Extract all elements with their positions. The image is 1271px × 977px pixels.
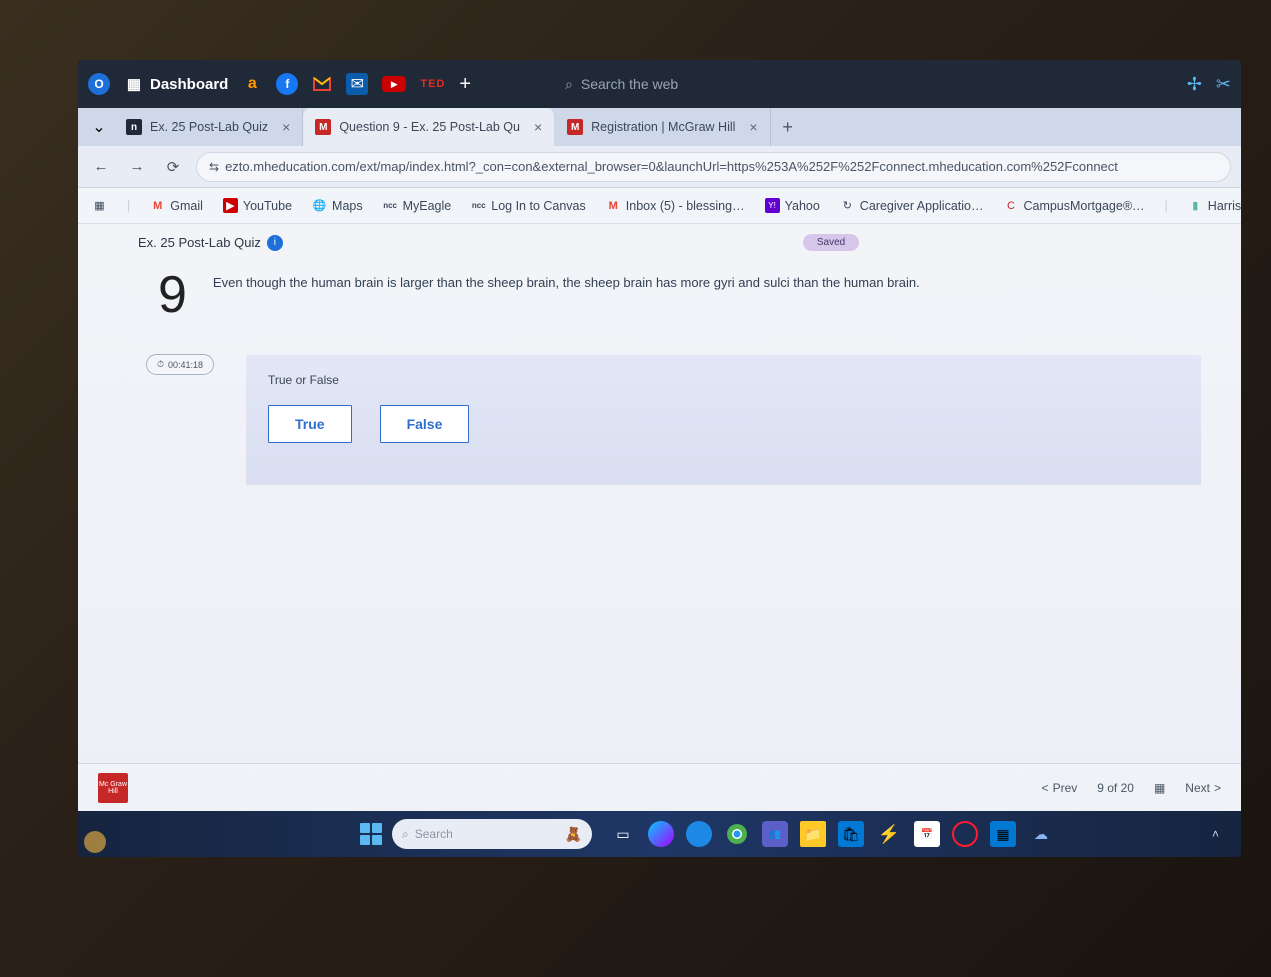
bookmark-youtube[interactable]: ▶YouTube — [223, 198, 292, 213]
taskbar-search[interactable]: ⌕ Search 🧸 — [392, 819, 592, 849]
windows-taskbar: ⌕ Search 🧸 ▭ 👥 📁 🛍 ⚡ 📅 ▦ ☁ ˄ — [78, 811, 1241, 857]
info-icon[interactable]: i — [267, 235, 283, 251]
forward-button[interactable]: → — [124, 154, 150, 180]
bookmarks-bar: ▦ | MGmail ▶YouTube 🌐Maps nccMyEagle ncc… — [78, 188, 1241, 224]
apps-grid-icon[interactable]: ▦ — [92, 198, 107, 213]
search-decor-icon: 🧸 — [565, 826, 582, 843]
timer-icon: ⏱ — [157, 359, 164, 370]
teams-icon[interactable]: 👥 — [762, 821, 788, 847]
amazon-icon[interactable]: a — [242, 74, 262, 94]
tf-label: True or False — [268, 373, 1179, 387]
dashboard-label: Dashboard — [150, 76, 228, 93]
reload-button[interactable]: ⟳ — [160, 154, 186, 180]
taskbar-search-placeholder: Search — [415, 827, 453, 841]
mail-app-icon[interactable]: ✉ — [346, 73, 368, 95]
scissors-icon[interactable]: ✂ — [1216, 74, 1231, 95]
store-icon[interactable]: 🛍 — [838, 821, 864, 847]
question-list-icon[interactable]: ▦ — [1154, 781, 1165, 795]
opera-logo-icon[interactable]: O — [88, 73, 110, 95]
search-icon: ⌕ — [402, 827, 409, 842]
dashboard-button[interactable]: ▦ Dashboard — [124, 74, 228, 94]
tab-question9[interactable]: M Question 9 - Ex. 25 Post-Lab Qu × — [303, 108, 555, 146]
quiz-content: Ex. 25 Post-Lab Quiz i Saved 9 Even thou… — [78, 224, 1241, 811]
bookmark-gmail[interactable]: MGmail — [150, 198, 203, 213]
answer-block: True or False True False — [246, 355, 1201, 485]
close-icon[interactable]: × — [534, 119, 542, 135]
chevron-up-icon[interactable]: ˄ — [1212, 827, 1219, 841]
bookmark-canvas[interactable]: nccLog In to Canvas — [471, 198, 586, 213]
quiz-header: Ex. 25 Post-Lab Quiz i Saved — [78, 224, 1241, 255]
calendar-icon[interactable]: 📅 — [914, 821, 940, 847]
bookmark-yahoo[interactable]: Y!Yahoo — [765, 198, 820, 213]
question-text: Even though the human brain is larger th… — [213, 269, 920, 290]
tab-title: Question 9 - Ex. 25 Post-Lab Qu — [339, 120, 520, 134]
false-button[interactable]: False — [380, 405, 470, 443]
bookmark-harris[interactable]: ▮Harris Healt — [1188, 198, 1241, 213]
add-shortcut-button[interactable]: + — [459, 73, 471, 96]
site-settings-icon[interactable]: ⇆ — [209, 160, 219, 174]
file-explorer-icon[interactable]: 📁 — [800, 821, 826, 847]
dashboard-icon: ▦ — [124, 74, 144, 94]
saved-badge: Saved — [803, 234, 859, 251]
tab-title: Registration | McGraw Hill — [591, 120, 735, 134]
bookmark-caregiver[interactable]: ↻Caregiver Applicatio… — [840, 198, 984, 213]
browser-top-toolbar: O ▦ Dashboard a f ✉ ▶ TED + ⌕ Search the… — [78, 60, 1241, 108]
tab-postlab[interactable]: n Ex. 25 Post-Lab Quiz × — [114, 108, 303, 146]
quiz-footer: Mc Graw Hill < Prev 9 of 20 ▦ Next > — [78, 763, 1241, 811]
question-row: 9 Even though the human brain is larger … — [78, 255, 1241, 321]
edge-icon[interactable] — [686, 821, 712, 847]
copilot-icon[interactable] — [648, 821, 674, 847]
taskbar-left-icon[interactable] — [84, 831, 106, 853]
web-search-box[interactable]: ⌕ Search the web — [565, 76, 678, 93]
search-icon: ⌕ — [565, 76, 573, 93]
mcgraw-hill-logo[interactable]: Mc Graw Hill — [98, 773, 128, 803]
winamp-icon[interactable]: ⚡ — [876, 821, 902, 847]
prev-button[interactable]: < Prev — [1042, 781, 1078, 795]
address-bar[interactable]: ⇆ ezto.mheducation.com/ext/map/index.htm… — [196, 152, 1231, 182]
true-button[interactable]: True — [268, 405, 352, 443]
url-text: ezto.mheducation.com/ext/map/index.html?… — [225, 159, 1118, 174]
gmail-icon[interactable] — [312, 74, 332, 94]
ted-icon[interactable]: TED — [420, 78, 445, 90]
quiz-title: Ex. 25 Post-Lab Quiz — [138, 235, 261, 250]
bookmark-myeagle[interactable]: nccMyEagle — [383, 198, 452, 213]
bookmark-maps[interactable]: 🌐Maps — [312, 198, 363, 213]
close-icon[interactable]: × — [282, 119, 290, 135]
tab-registration[interactable]: M Registration | McGraw Hill × — [555, 108, 770, 146]
close-icon[interactable]: × — [749, 119, 757, 135]
taskbar-apps: ▭ 👥 📁 🛍 ⚡ 📅 ▦ ☁ — [610, 821, 1054, 847]
start-button[interactable] — [360, 823, 382, 845]
youtube-icon[interactable]: ▶ — [382, 76, 406, 92]
new-tab-button[interactable]: + — [771, 108, 805, 146]
tab-list-chevron[interactable]: ⌄ — [84, 108, 114, 146]
question-position: 9 of 20 — [1097, 781, 1134, 795]
notification-icon[interactable]: ✢ — [1187, 74, 1202, 95]
address-bar-row: ← → ⟳ ⇆ ezto.mheducation.com/ext/map/ind… — [78, 146, 1241, 188]
chrome-icon[interactable] — [724, 821, 750, 847]
timer-badge: ⏱ 00:41:18 — [146, 354, 214, 375]
bookmark-campusmortgage[interactable]: CCampusMortgage®… — [1003, 198, 1144, 213]
next-button[interactable]: Next > — [1185, 781, 1221, 795]
opera-icon[interactable] — [952, 821, 978, 847]
web-search-placeholder: Search the web — [581, 76, 678, 92]
tab-strip: ⌄ n Ex. 25 Post-Lab Quiz × M Question 9 … — [78, 108, 1241, 146]
cloud-icon[interactable]: ☁ — [1028, 821, 1054, 847]
facebook-icon[interactable]: f — [276, 73, 298, 95]
tab-title: Ex. 25 Post-Lab Quiz — [150, 120, 268, 134]
task-view-icon[interactable]: ▭ — [610, 821, 636, 847]
app-icon[interactable]: ▦ — [990, 821, 1016, 847]
bookmark-inbox[interactable]: MInbox (5) - blessing… — [606, 198, 745, 213]
question-number: 9 — [158, 269, 187, 321]
tab-favicon: n — [126, 119, 142, 135]
timer-value: 00:41:18 — [168, 360, 203, 370]
system-tray[interactable]: ˄ — [1212, 827, 1229, 841]
tab-favicon: M — [567, 119, 583, 135]
tab-favicon: M — [315, 119, 331, 135]
back-button[interactable]: ← — [88, 154, 114, 180]
